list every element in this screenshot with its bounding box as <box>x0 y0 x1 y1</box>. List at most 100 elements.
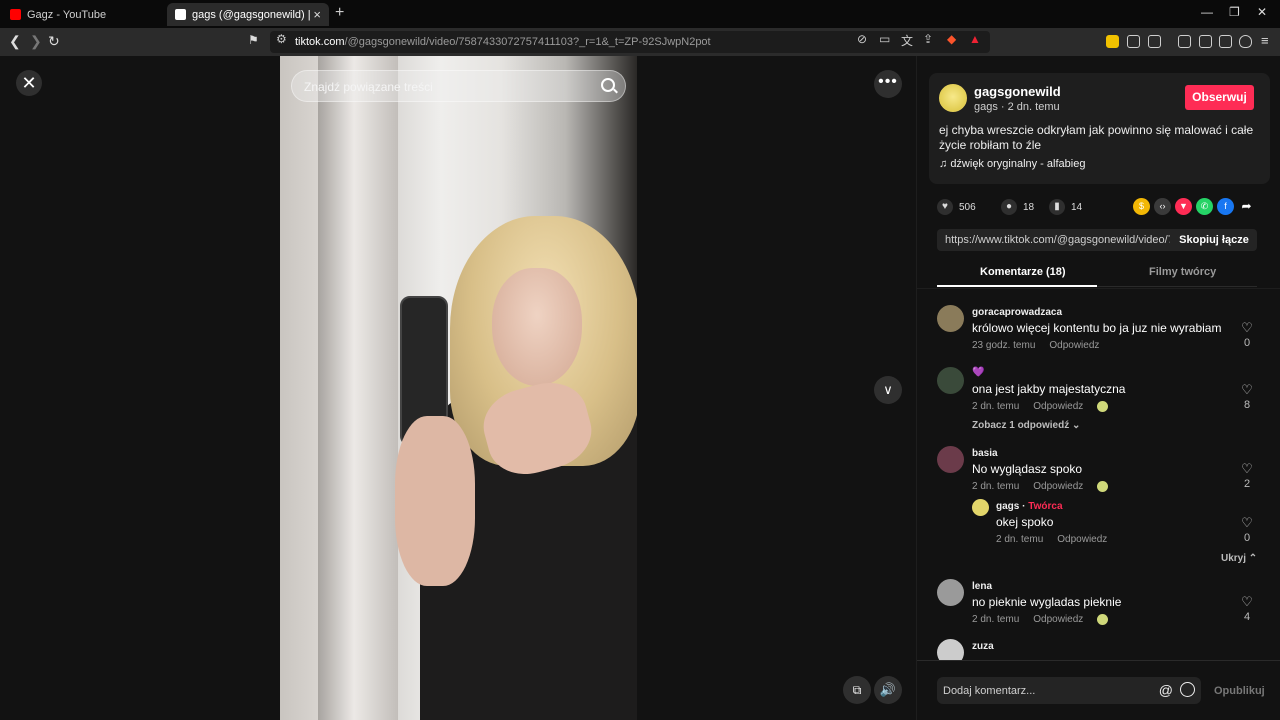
rewards-icon[interactable]: ▲ <box>969 32 981 46</box>
comments-list[interactable]: goracaprowadzaca królowo więcej kontentu… <box>917 288 1280 660</box>
author-username[interactable]: gagsgonewild <box>974 84 1061 99</box>
facebook-icon[interactable]: f <box>1217 198 1234 215</box>
pip-icon[interactable]: ⧉ <box>843 676 871 704</box>
wallet-icon[interactable] <box>1199 35 1212 48</box>
brave-shield-icon[interactable]: ◆ <box>947 32 956 46</box>
minimize-icon[interactable]: — <box>1201 5 1213 19</box>
puzzle-icon[interactable] <box>1127 35 1140 48</box>
reload-icon[interactable]: ↻ <box>48 33 60 50</box>
tab-youtube[interactable]: Gagz - YouTube <box>2 3 162 26</box>
comment-like[interactable]: ♡ 8 <box>1239 382 1255 411</box>
view-replies-button[interactable]: Zobacz 1 odpowiedź ⌄ <box>972 420 1080 431</box>
tab-comments[interactable]: Komentarze (18) <box>980 266 1066 278</box>
creator-liked-icon <box>1097 614 1109 625</box>
screenshot-icon[interactable] <box>1148 35 1161 48</box>
comment-like[interactable]: ♡ 4 <box>1239 594 1255 623</box>
send-icon[interactable]: ▼ <box>1175 198 1192 215</box>
back-icon[interactable]: ❮ <box>9 33 21 50</box>
save-stat[interactable]: ▮ 14 <box>1049 199 1082 215</box>
bookmark-icon[interactable]: ⚑ <box>248 33 259 47</box>
vpn-icon[interactable] <box>1239 35 1252 48</box>
url-path: /@gagsgonewild/video/7587433072757411103… <box>344 36 711 48</box>
reply-button[interactable]: Odpowiedz <box>1033 614 1083 625</box>
embed-icon[interactable]: ‹› <box>1154 198 1171 215</box>
reply-button[interactable]: Odpowiedz <box>1049 340 1099 351</box>
like-stat[interactable]: ♥ 506 <box>937 199 976 215</box>
more-options-icon[interactable]: ••• <box>874 70 902 98</box>
reply-like[interactable]: ♡ 0 <box>1239 515 1255 544</box>
comment-like[interactable]: ♡ 0 <box>1239 320 1255 349</box>
comment-count: 18 <box>1023 201 1035 213</box>
search-input[interactable]: Znajdź powiązane treści <box>304 80 433 94</box>
avatar[interactable] <box>937 579 964 606</box>
avatar[interactable] <box>937 639 964 660</box>
share-icon[interactable]: ⇪ <box>923 32 933 46</box>
cast-icon[interactable]: ▭ <box>879 32 890 46</box>
comment-composer: Dodaj komentarz... @ Opublikuj <box>917 660 1280 720</box>
forward-share-icon[interactable]: ➦ <box>1238 198 1255 215</box>
follow-button[interactable]: Obserwuj <box>1185 85 1254 110</box>
music-row[interactable]: ♫ dźwięk oryginalny - alfabieg <box>939 158 1085 170</box>
close-tab-icon[interactable]: × <box>313 7 321 22</box>
url-domain: tiktok.com <box>295 36 345 48</box>
avatar[interactable] <box>972 499 989 516</box>
avatar[interactable] <box>939 84 967 112</box>
close-window-icon[interactable]: ✕ <box>1257 5 1267 19</box>
reply-button[interactable]: Odpowiedz <box>1033 401 1083 412</box>
video-link[interactable]: https://www.tiktok.com/@gagsgonewild/vid… <box>945 234 1170 246</box>
extension-icon[interactable] <box>1106 35 1119 48</box>
publish-button[interactable]: Opublikuj <box>1214 685 1265 697</box>
related-search[interactable]: Znajdź powiązane treści <box>291 70 626 102</box>
avatar[interactable] <box>937 446 964 473</box>
heart-icon: ♥ <box>937 199 953 215</box>
search-icon[interactable] <box>601 78 615 92</box>
close-icon[interactable]: ✕ <box>16 70 42 96</box>
comment-time: 2 dn. temu <box>972 614 1020 626</box>
mention-icon[interactable]: @ <box>1159 682 1173 698</box>
avatar[interactable] <box>937 305 964 332</box>
comment-time: 23 godz. temu <box>972 340 1036 351</box>
coin-icon[interactable]: $ <box>1133 198 1150 215</box>
comment-stat[interactable]: ● 18 <box>1001 199 1034 215</box>
ai-icon[interactable] <box>1219 35 1232 48</box>
comment-time: 2 dn. temu <box>972 401 1020 413</box>
sidebar-icon[interactable] <box>1178 35 1191 48</box>
whatsapp-icon[interactable]: ✆ <box>1196 198 1213 215</box>
comment-text: No wyglądasz spoko <box>972 462 1083 476</box>
comment-username[interactable]: goracaprowadzaca <box>972 307 1062 318</box>
volume-icon[interactable]: 🔊 <box>874 676 902 704</box>
comment-like-count: 0 <box>1243 337 1251 349</box>
like-count: 506 <box>959 201 976 213</box>
comment-input[interactable]: Dodaj komentarz... @ <box>937 677 1201 704</box>
reply-button[interactable]: Odpowiedz <box>1057 534 1107 545</box>
creator-badge: Twórca <box>1028 501 1063 512</box>
details-panel: gagsgonewild gags · 2 dn. temu Obserwuj … <box>916 56 1280 720</box>
comment-username[interactable]: lena <box>972 581 992 592</box>
reply-username[interactable]: gags · Twórca <box>996 501 1063 512</box>
creator-liked-icon <box>1097 481 1109 492</box>
reply-button[interactable]: Odpowiedz <box>1033 481 1083 492</box>
forward-icon[interactable]: ❯ <box>30 33 42 50</box>
hide-replies-button[interactable]: Ukryj ⌃ <box>1221 553 1257 564</box>
new-tab-icon[interactable]: + <box>335 4 344 22</box>
music-title: dźwięk oryginalny - alfabieg <box>950 158 1086 170</box>
reply-like-count: 0 <box>1243 532 1251 544</box>
menu-icon[interactable]: ≡ <box>1261 33 1269 48</box>
comment-text: no pieknie wygladas pieknie <box>972 595 1122 609</box>
video-player[interactable] <box>280 56 637 720</box>
site-settings-icon[interactable]: ⚙ <box>276 32 287 46</box>
chevron-down-icon[interactable]: ∨ <box>874 376 902 404</box>
emoji-icon[interactable] <box>1180 682 1195 697</box>
restore-icon[interactable]: ❐ <box>1229 5 1240 19</box>
copy-link-button[interactable]: Skopiuj łącze <box>1171 229 1257 251</box>
translate-icon[interactable]: 文 <box>901 32 913 49</box>
person-fist <box>395 416 475 586</box>
tracking-icon[interactable]: ⊘ <box>857 32 867 46</box>
comment-username[interactable]: 💜 <box>972 367 984 378</box>
tab-creator-videos[interactable]: Filmy twórcy <box>1149 266 1216 278</box>
comment-like[interactable]: ♡ 2 <box>1239 461 1255 490</box>
comment-username[interactable]: zuza <box>972 641 994 652</box>
tab-tiktok[interactable]: gags (@gagsgonewild) | TikTok × <box>167 3 329 26</box>
avatar[interactable] <box>937 367 964 394</box>
comment-username[interactable]: basia <box>972 448 998 459</box>
